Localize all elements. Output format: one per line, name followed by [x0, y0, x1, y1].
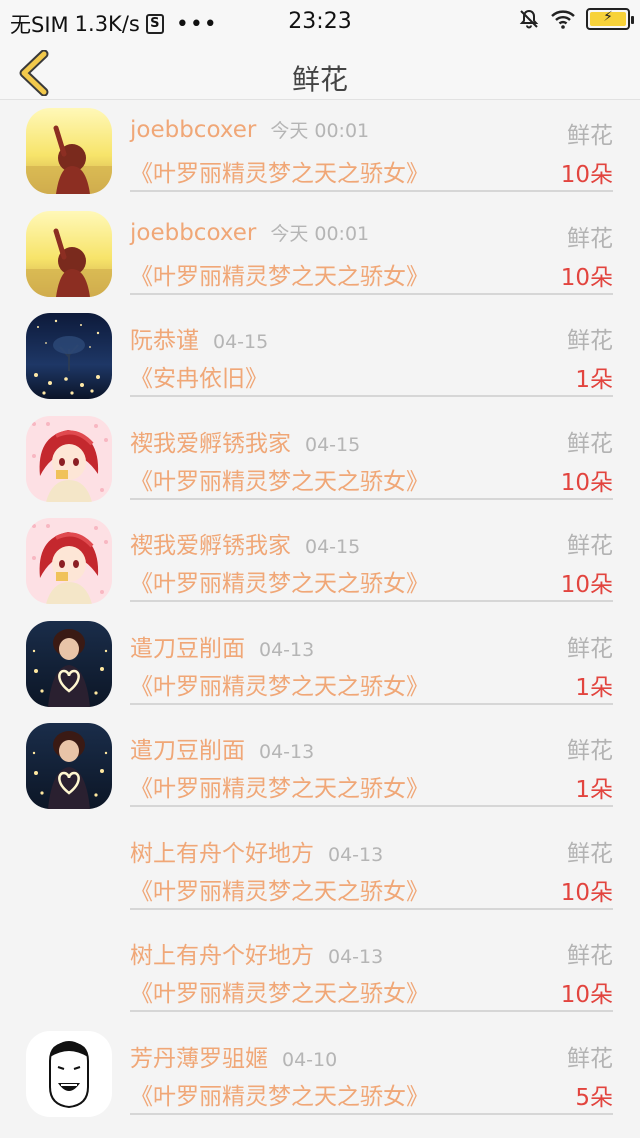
- page-title: 鲜花: [291, 63, 348, 96]
- flower-count: 10朵: [560, 879, 613, 906]
- gift-time: 04-13: [328, 843, 384, 866]
- book-title-link[interactable]: 《叶罗丽精灵梦之天之骄女》: [130, 462, 429, 496]
- list-item[interactable]: 芳丹薄罗驵嫟 04-10 鲜花 《叶罗丽精灵梦之天之骄女》 5朵: [0, 1023, 640, 1126]
- flower-count: 10朵: [560, 264, 613, 291]
- sender-name[interactable]: joebbcoxer 今天 00:01: [130, 219, 369, 246]
- sender-name-text: 禊我爱孵锈我家: [130, 430, 291, 457]
- gift-type: 鲜花: [567, 738, 613, 764]
- list-item[interactable]: 禊我爱孵锈我家 04-15 鲜花 《叶罗丽精灵梦之天之骄女》 10朵: [0, 510, 640, 613]
- book-title-link[interactable]: 《叶罗丽精灵梦之天之骄女》: [130, 564, 429, 598]
- row-content: 阮恭谨 04-15 鲜花 《安冉依旧》 1朵: [130, 305, 613, 397]
- row-content: 树上有舟个好地方 04-13 鲜花 《叶罗丽精灵梦之天之骄女》 10朵: [130, 818, 613, 910]
- book-title-link[interactable]: 《叶罗丽精灵梦之天之骄女》: [130, 769, 429, 803]
- gift-type: 鲜花: [567, 328, 613, 354]
- row-content: 禊我爱孵锈我家 04-15 鲜花 《叶罗丽精灵梦之天之骄女》 10朵: [130, 408, 613, 500]
- flower-count: 10朵: [560, 572, 613, 598]
- sender-name[interactable]: 芳丹薄罗驵嫟 04-10: [130, 1039, 337, 1073]
- book-title-link[interactable]: 《叶罗丽精灵梦之天之骄女》: [130, 257, 429, 291]
- list-item[interactable]: joebbcoxer 今天 00:01 鲜花 《叶罗丽精灵梦之天之骄女》 10朵: [0, 100, 640, 203]
- sender-name-text: joebbcoxer: [130, 117, 257, 143]
- avatar[interactable]: [26, 723, 112, 809]
- gift-time: 今天 00:01: [270, 222, 370, 245]
- status-bar: 无SIM 1.3K/s S ••• 23:23 ⚡: [0, 0, 640, 44]
- battery-icon: ⚡: [586, 8, 634, 30]
- row-content: 禊我爱孵锈我家 04-15 鲜花 《叶罗丽精灵梦之天之骄女》 10朵: [130, 510, 613, 602]
- gift-type: 鲜花: [567, 1045, 613, 1072]
- flower-count: 1朵: [575, 367, 613, 393]
- row-content: 遣刀豆削面 04-13 鲜花 《叶罗丽精灵梦之天之骄女》 1朵: [130, 613, 613, 705]
- flower-count: 1朵: [575, 674, 613, 701]
- wifi-icon: [551, 10, 575, 29]
- gift-type: 鲜花: [567, 225, 613, 252]
- gift-type: 鲜花: [567, 123, 613, 149]
- sender-name[interactable]: 遣刀豆削面 04-13: [130, 731, 314, 765]
- book-title-link[interactable]: 《叶罗丽精灵梦之天之骄女》: [130, 974, 429, 1008]
- sender-name[interactable]: joebbcoxer 今天 00:01: [130, 116, 369, 143]
- flower-count: 10朵: [560, 469, 613, 496]
- gift-type: 鲜花: [567, 840, 613, 867]
- row-content: 遣刀豆削面 04-13 鲜花 《叶罗丽精灵梦之天之骄女》 1朵: [130, 715, 613, 807]
- flower-gift-list: joebbcoxer 今天 00:01 鲜花 《叶罗丽精灵梦之天之骄女》 10朵 …: [0, 100, 640, 1125]
- sender-name-text: 树上有舟个好地方: [130, 943, 314, 969]
- sender-name[interactable]: 遣刀豆削面 04-13: [130, 629, 314, 663]
- flower-count: 10朵: [560, 162, 613, 188]
- avatar[interactable]: [26, 518, 112, 604]
- sender-name-text: 禊我爱孵锈我家: [130, 533, 291, 559]
- row-content: joebbcoxer 今天 00:01 鲜花 《叶罗丽精灵梦之天之骄女》 10朵: [130, 203, 613, 295]
- avatar[interactable]: [26, 1030, 112, 1117]
- book-title-link[interactable]: 《叶罗丽精灵梦之天之骄女》: [130, 872, 429, 906]
- sender-name[interactable]: 阮恭谨 04-15: [130, 321, 268, 355]
- sender-name[interactable]: 禊我爱孵锈我家 04-15: [130, 526, 360, 560]
- sender-name-text: 芳丹薄罗驵嫟: [130, 1045, 268, 1072]
- nav-bar: 鲜花: [0, 44, 640, 100]
- avatar[interactable]: [26, 108, 112, 194]
- gift-time: 04-15: [213, 331, 269, 353]
- bell-muted-icon: [519, 9, 539, 29]
- sender-name[interactable]: 树上有舟个好地方 04-13: [130, 834, 383, 868]
- row-content: joebbcoxer 今天 00:01 鲜花 《叶罗丽精灵梦之天之骄女》 10朵: [130, 100, 613, 192]
- sender-name-text: 遣刀豆削面: [130, 738, 245, 764]
- gift-time: 04-15: [305, 433, 361, 456]
- gift-type: 鲜花: [567, 430, 613, 457]
- avatar[interactable]: [26, 210, 112, 297]
- list-item[interactable]: 遣刀豆削面 04-13 鲜花 《叶罗丽精灵梦之天之骄女》 1朵: [0, 715, 640, 818]
- gift-time: 04-15: [305, 536, 361, 558]
- list-item[interactable]: 禊我爱孵锈我家 04-15 鲜花 《叶罗丽精灵梦之天之骄女》 10朵: [0, 408, 640, 511]
- list-item[interactable]: joebbcoxer 今天 00:01 鲜花 《叶罗丽精灵梦之天之骄女》 10朵: [0, 203, 640, 306]
- list-item[interactable]: 树上有舟个好地方 04-13 鲜花 《叶罗丽精灵梦之天之骄女》 10朵: [0, 818, 640, 921]
- gift-time: 04-13: [259, 741, 315, 763]
- sender-name-text: 阮恭谨: [130, 328, 199, 354]
- row-content: 芳丹薄罗驵嫟 04-10 鲜花 《叶罗丽精灵梦之天之骄女》 5朵: [130, 1023, 613, 1115]
- avatar[interactable]: [26, 620, 112, 707]
- sender-name[interactable]: 禊我爱孵锈我家 04-15: [130, 424, 360, 458]
- gift-time: 今天 00:01: [270, 120, 370, 142]
- flower-count: 5朵: [575, 1084, 613, 1111]
- gift-time: 04-10: [282, 1048, 338, 1071]
- book-title-link[interactable]: 《安冉依旧》: [130, 359, 268, 393]
- sender-name-text: 树上有舟个好地方: [130, 840, 314, 867]
- status-right: ⚡: [518, 8, 634, 30]
- flower-count: 1朵: [575, 777, 613, 803]
- book-title-link[interactable]: 《叶罗丽精灵梦之天之骄女》: [130, 1077, 429, 1111]
- list-item[interactable]: 树上有舟个好地方 04-13 鲜花 《叶罗丽精灵梦之天之骄女》 10朵: [0, 920, 640, 1023]
- list-item[interactable]: 遣刀豆削面 04-13 鲜花 《叶罗丽精灵梦之天之骄女》 1朵: [0, 613, 640, 716]
- sender-name[interactable]: 树上有舟个好地方 04-13: [130, 936, 383, 970]
- avatar[interactable]: [26, 415, 112, 502]
- gift-type: 鲜花: [567, 635, 613, 662]
- gift-type: 鲜花: [567, 943, 613, 969]
- book-title-link[interactable]: 《叶罗丽精灵梦之天之骄女》: [130, 154, 429, 188]
- row-content: 树上有舟个好地方 04-13 鲜花 《叶罗丽精灵梦之天之骄女》 10朵: [130, 920, 613, 1012]
- gift-time: 04-13: [328, 946, 384, 968]
- avatar[interactable]: [26, 313, 112, 399]
- sender-name-text: 遣刀豆削面: [130, 635, 245, 662]
- gift-time: 04-13: [259, 638, 315, 661]
- gift-type: 鲜花: [567, 533, 613, 559]
- list-item[interactable]: 阮恭谨 04-15 鲜花 《安冉依旧》 1朵: [0, 305, 640, 408]
- flower-count: 10朵: [560, 982, 613, 1008]
- book-title-link[interactable]: 《叶罗丽精灵梦之天之骄女》: [130, 667, 429, 701]
- sender-name-text: joebbcoxer: [130, 219, 257, 246]
